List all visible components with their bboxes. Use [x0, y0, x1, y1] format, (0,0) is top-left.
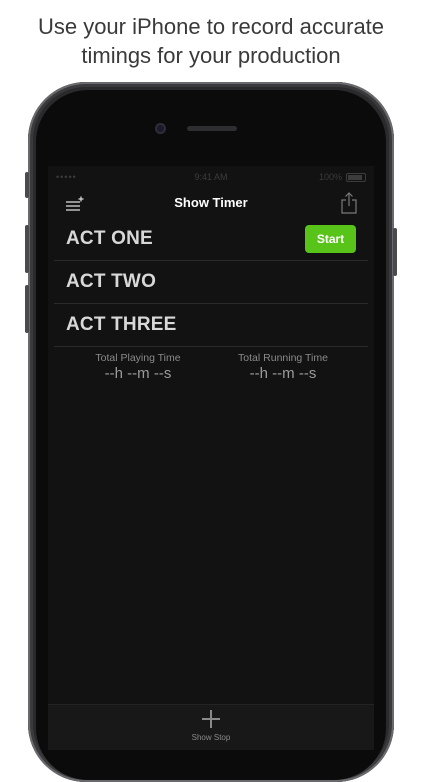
total-running-label: Total Running Time	[238, 352, 328, 364]
marketing-caption: Use your iPhone to record accurate timin…	[0, 12, 422, 70]
act-label: ACT ONE	[66, 228, 153, 249]
app-screen: ••••• 9:41 AM 100% Show Timer ACT ONE St…	[48, 166, 374, 750]
act-label: ACT THREE	[66, 314, 177, 335]
caption-line-1: Use your iPhone to record accurate	[37, 14, 385, 39]
mute-switch	[25, 172, 29, 198]
volume-up-button	[25, 225, 29, 273]
bottom-toolbar: Show Stop	[48, 704, 374, 750]
total-running-time: Total Running Time --h --m --s	[208, 352, 358, 382]
caption-line-2: timings for your production	[81, 43, 341, 68]
earpiece-speaker	[187, 126, 237, 131]
volume-down-button	[25, 285, 29, 333]
total-running-value: --h --m --s	[249, 365, 317, 382]
battery-icon	[346, 172, 366, 182]
total-playing-value: --h --m --s	[104, 365, 172, 382]
share-icon[interactable]	[340, 192, 358, 214]
page-title: Show Timer	[174, 195, 248, 210]
act-row-two[interactable]: ACT TWO	[54, 261, 368, 304]
battery-status: 100%	[319, 172, 366, 182]
start-button[interactable]: Start	[305, 225, 356, 253]
acts-list: ACT ONE Start ACT TWO ACT THREE	[48, 218, 374, 347]
act-label: ACT TWO	[66, 271, 157, 292]
total-playing-label: Total Playing Time	[95, 352, 181, 364]
front-camera	[155, 123, 166, 134]
show-stop-button[interactable]: Show Stop	[48, 733, 374, 742]
navigation-bar: Show Timer	[48, 188, 374, 218]
power-button	[393, 228, 397, 276]
battery-percent: 100%	[318, 172, 342, 182]
status-bar: ••••• 9:41 AM 100%	[48, 166, 374, 188]
plus-icon[interactable]	[201, 709, 221, 729]
act-row-one[interactable]: ACT ONE Start	[54, 218, 368, 261]
act-row-three[interactable]: ACT THREE	[54, 304, 368, 347]
total-playing-time: Total Playing Time --h --m --s	[63, 352, 213, 382]
